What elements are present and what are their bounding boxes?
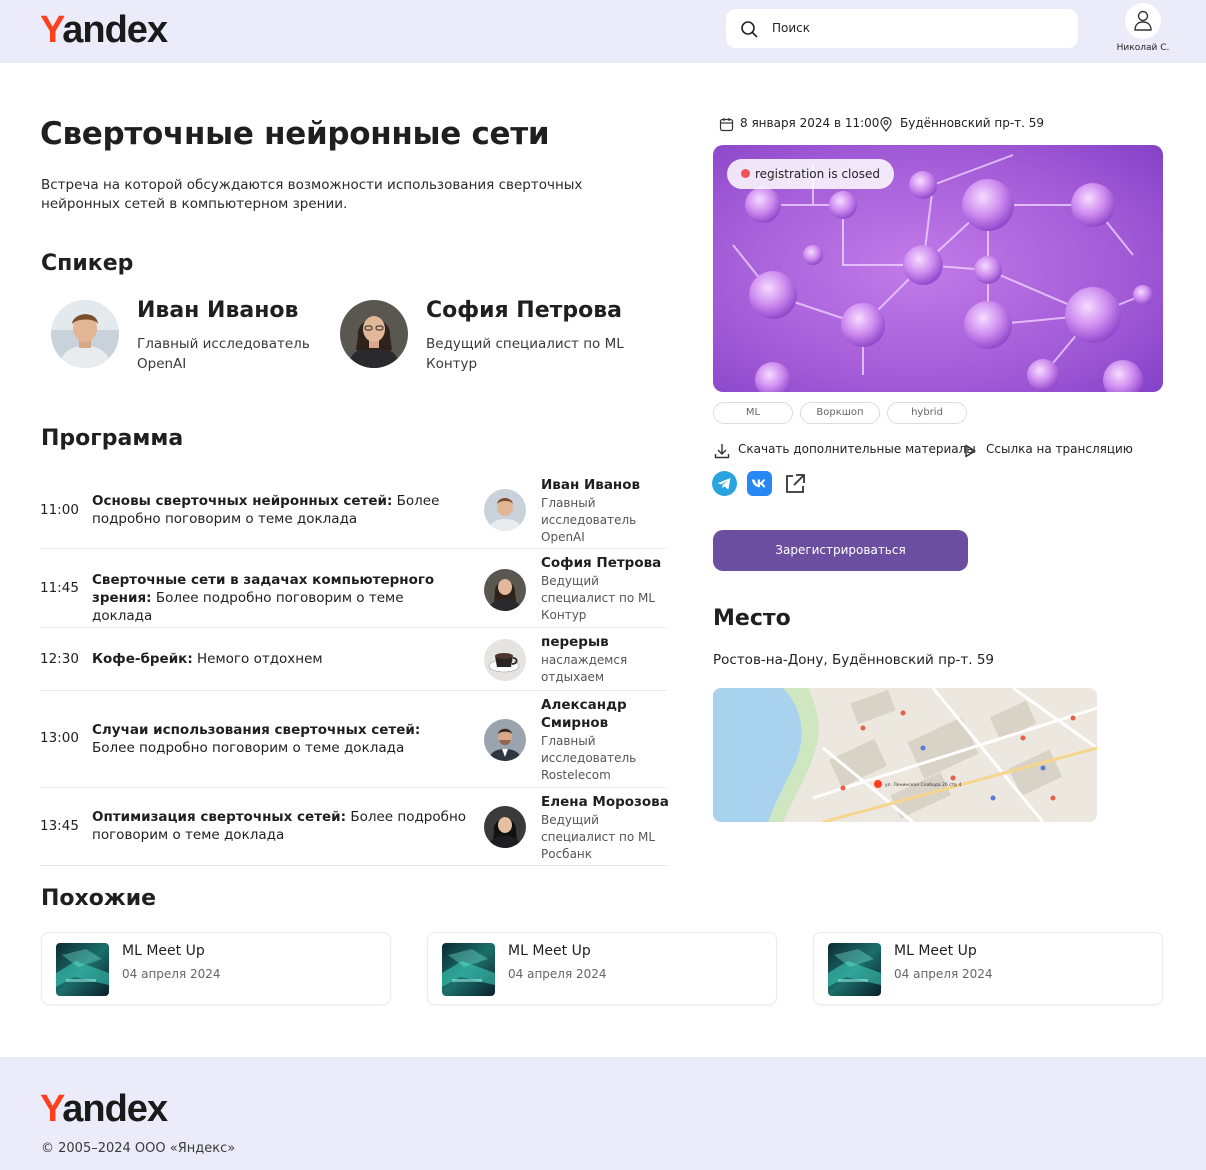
program-row: 11:45 Сверточные сети в задачах компьюте…	[40, 550, 667, 628]
event-title: Сверточные нейронные сети	[40, 116, 550, 152]
similar-event-card[interactable]: ML Meet Up 04 апреля 2024	[813, 932, 1163, 1005]
program-topic: Случаи использования сверточных сетей: Б…	[92, 721, 467, 757]
program-topic: Основы сверточных нейронных сетей: Более…	[92, 492, 467, 528]
header: Yandex Николай С.	[0, 0, 1206, 63]
search-box[interactable]	[726, 9, 1078, 48]
yandex-logo[interactable]: Yandex	[40, 11, 168, 49]
user-name: Николай С.	[1116, 43, 1170, 53]
similar-event-date: 04 апреля 2024	[122, 967, 221, 981]
copyright: © 2005–2024 ООО «Яндекс»	[41, 1141, 236, 1156]
search-input[interactable]	[772, 17, 1062, 39]
program-time: 11:45	[40, 580, 79, 596]
program-topic-details: Более подробно поговорим о теме доклада	[92, 740, 405, 756]
user-icon	[1134, 10, 1152, 31]
similar-event-title: ML Meet Up	[894, 943, 977, 959]
speaker-role: Ведущий специалист по ML Контур	[426, 334, 624, 374]
footer: Yandex © 2005–2024 ООО «Яндекс»	[0, 1057, 1206, 1170]
event-thumbnail	[828, 943, 881, 996]
search-icon	[741, 21, 758, 38]
tag-ml[interactable]: ML	[713, 402, 793, 424]
event-thumbnail	[56, 943, 109, 996]
program-row: 13:45 Оптимизация сверточных сетей: Боле…	[40, 789, 669, 866]
download-materials-text[interactable]: Скачать дополнительные материалы	[738, 442, 976, 456]
program-speaker-info: Ведущий специалист по ML Контур	[541, 574, 656, 622]
similar-event-card[interactable]: ML Meet Up 04 апреля 2024	[41, 932, 391, 1005]
program-topic-title: Оптимизация сверточных сетей:	[92, 809, 347, 825]
stream-link-text[interactable]: Ссылка на трансляцию	[986, 442, 1133, 456]
footer-yandex-logo[interactable]: Yandex	[40, 1090, 168, 1128]
similar-event-date: 04 апреля 2024	[894, 967, 993, 981]
avatar[interactable]	[1125, 3, 1161, 39]
speaker-photo	[340, 300, 408, 368]
place-address: Ростов-на-Дону, Будённовский пр-т. 59	[713, 652, 995, 668]
program-topic-title: Случаи использования сверточных сетей:	[92, 722, 421, 738]
speaker-position: Ведущий специалист по ML	[426, 336, 624, 352]
program-time: 13:45	[40, 818, 79, 834]
similar-heading: Похожие	[41, 886, 157, 911]
play-icon	[965, 444, 976, 458]
download-icon	[714, 444, 730, 459]
program-topic-title: Кофе-брейк:	[92, 651, 193, 667]
speakers-heading: Спикер	[41, 251, 134, 276]
program-speaker-photo	[484, 489, 526, 531]
program-topic-details: Немого отдохнем	[192, 651, 323, 667]
program-speaker-name: Александр Смирнов	[541, 697, 627, 731]
speaker-company: OpenAI	[137, 356, 187, 372]
program-topic-title: Основы сверточных нейронных сетей:	[92, 493, 393, 509]
program-heading: Программа	[41, 426, 184, 451]
program-row: 11:00 Основы сверточных нейронных сетей:…	[40, 472, 667, 549]
event-thumbnail	[442, 943, 495, 996]
event-date-text: 8 января 2024 в 11:00	[740, 116, 880, 130]
program-speaker-name: София Петрова	[541, 555, 662, 571]
similar-event-title: ML Meet Up	[122, 943, 205, 959]
map-street-label: ул. Ленинская Слобода 26 стр 4	[885, 782, 962, 788]
similar-event-title: ML Meet Up	[508, 943, 591, 959]
vk-icon[interactable]	[747, 471, 772, 496]
speaker-name: София Петрова	[426, 298, 623, 323]
program-speaker-info: Ведущий специалист по ML Росбанк	[541, 813, 656, 861]
program-speaker-info: наслаждемся отдыхаем	[541, 653, 628, 684]
event-description: Встреча на которой обсуждаются возможнос…	[41, 177, 583, 212]
location-map[interactable]: ул. Ленинская Слобода 26 стр 4	[713, 688, 1097, 822]
program-speaker-name: перерыв	[541, 634, 609, 650]
similar-event-date: 04 апреля 2024	[508, 967, 607, 981]
location-pin-icon	[880, 117, 892, 132]
program-topic: Сверточные сети в задачах компьютерного …	[92, 571, 467, 625]
program-speaker-photo	[484, 569, 526, 611]
speaker-role: Главный исследователь OpenAI	[137, 334, 310, 374]
user-menu[interactable]: Николай С.	[1110, 3, 1176, 53]
program-topic: Оптимизация сверточных сетей: Более подр…	[92, 808, 467, 844]
speaker-photo	[51, 300, 119, 368]
registration-status-text: registration is closed	[755, 167, 880, 181]
status-dot	[741, 169, 750, 178]
speaker-name: Иван Иванов	[137, 298, 299, 323]
event-cover-image: registration is closed	[713, 145, 1163, 392]
program-time: 11:00	[40, 502, 79, 518]
program-speaker-photo	[484, 719, 526, 761]
telegram-icon[interactable]	[712, 471, 737, 496]
program-speaker-info: Главный исследователь OpenAI	[541, 496, 637, 544]
program-row: 12:30 Кофе-брейк: Немого отдохнем переры…	[40, 629, 667, 691]
speaker-company: Контур	[426, 356, 478, 372]
program-time: 13:00	[40, 730, 79, 746]
tag-hybrid[interactable]: hybrid	[887, 402, 967, 424]
program-speaker-photo	[484, 806, 526, 848]
coffee-break-photo	[484, 639, 526, 681]
program-speaker-name: Елена Морозова	[541, 794, 669, 810]
place-heading: Место	[713, 606, 791, 631]
external-link-icon[interactable]	[782, 471, 807, 496]
program-row: 13:00 Случаи использования сверточных се…	[40, 692, 667, 788]
program-topic: Кофе-брейк: Немого отдохнем	[92, 650, 467, 668]
tag-workshop[interactable]: Воркшоп	[800, 402, 880, 424]
program-time: 12:30	[40, 651, 79, 667]
event-location-text: Будённовский пр-т. 59	[900, 116, 1045, 130]
program-speaker-name: Иван Иванов	[541, 477, 641, 493]
program-speaker-info: Главный исследователь Rostelecom	[541, 734, 637, 782]
registration-status-badge: registration is closed	[727, 159, 894, 189]
speaker-position: Главный исследователь	[137, 336, 310, 352]
calendar-icon	[719, 118, 734, 132]
similar-event-card[interactable]: ML Meet Up 04 апреля 2024	[427, 932, 777, 1005]
register-button[interactable]: Зарегистрироваться	[713, 530, 968, 571]
